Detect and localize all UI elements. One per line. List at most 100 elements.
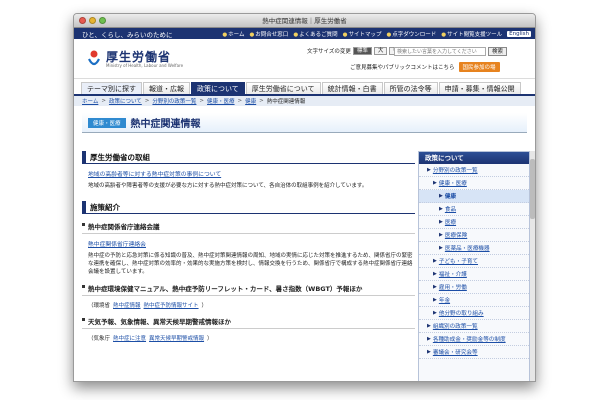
zoom-window-button[interactable] [99, 17, 106, 24]
section-heading-initiatives: 厚生労働省の取組 [82, 151, 415, 164]
logo-subtitle: Ministry of Health, Labour and Welfare [106, 63, 184, 68]
sidebar-item-label: 各種助成金・奨励金等の制度 [432, 337, 506, 343]
sidebar-item[interactable]: ▶ 健康 [419, 190, 529, 203]
utility-link-home[interactable]: ●ホーム [222, 30, 244, 38]
arrow-right-icon: ▶ [439, 219, 443, 225]
chevron-right-icon: > [144, 98, 150, 104]
arrow-right-icon: ▶ [439, 193, 443, 199]
prevention-site-link[interactable]: 熱中症予防情報サイト [144, 301, 199, 309]
breadcrumb-health[interactable]: 健康 [245, 97, 256, 105]
sidebar-item-label: 医療 [444, 220, 457, 226]
category-badge: 健康・医療 [88, 117, 126, 128]
sidebar-item[interactable]: ▶ 雇用・労働 [419, 281, 529, 294]
breadcrumb: ホーム > 政策について > 分野別の政策一覧 > 健康・医療 > 健康 > 熱中症関連情… [74, 96, 535, 106]
early-warning-link[interactable]: 異常天候早期警戒情報 [149, 334, 204, 342]
arrow-right-icon: ▶ [433, 297, 437, 303]
utility-link-contact[interactable]: ●お問合せ窓口 [249, 30, 288, 38]
sidebar-item-label: 年金 [438, 298, 451, 304]
subheading-weather-info: 天気予報、気象情報、異常天候早期警戒情報ほか [82, 314, 415, 329]
agency-label: （気象庁 [88, 336, 111, 342]
window-title: 熱中症関連情報｜厚生労働省 [262, 17, 347, 25]
scrollbar-thumb[interactable] [530, 159, 535, 219]
sidebar-item[interactable]: ▶ 医薬品・医療機器 [419, 242, 529, 255]
sidebar-item[interactable]: ▶ 食品 [419, 203, 529, 216]
site-header: 厚生労働省 Ministry of Health, Labour and Wel… [74, 39, 535, 79]
english-link[interactable]: English [507, 30, 531, 37]
window-controls [79, 17, 106, 24]
public-comment-text[interactable]: ご意見募集やパブリックコメントはこちら [350, 63, 455, 71]
main-content: 厚生労働省の取組 地域の高齢者等に対する熱中症対策の事例について 地域の高齢者や… [82, 151, 415, 381]
breadcrumb-policy[interactable]: 政策について [109, 97, 142, 105]
bullet-icon: ● [386, 31, 392, 38]
tab-applications[interactable]: 申請・募集・情報公開 [438, 82, 521, 94]
breadcrumb-home[interactable]: ホーム [82, 97, 98, 105]
sidebar-item[interactable]: ▶ 医療 [419, 216, 529, 229]
subheading-environment-manual: 熱中症環境保健マニュアル、熱中症予防リーフレット・カード、暑さ指数（WBGT）予… [82, 281, 415, 296]
tab-policy[interactable]: 政策について [191, 82, 245, 94]
utility-link-braille[interactable]: ●点字ダウンロード [386, 30, 436, 38]
chevron-right-icon: > [199, 98, 205, 104]
utility-link-faq[interactable]: ●よくあるご質問 [293, 30, 337, 38]
sidebar-item[interactable]: ▶ 審議会・研究会等 [419, 346, 529, 359]
bullet-icon: ● [222, 31, 228, 38]
font-size-label: 文字サイズの変更 [307, 49, 351, 55]
policy-sidebar: 政策について ▶ 分野別の政策一覧 ▶ 健康・医療 ▶ 健康 ▶ 食品 ▶ 医療 ▶ 医療保険 ▶ 医薬品… [418, 151, 530, 381]
public-participation-button[interactable]: 国民参加の場 [458, 62, 500, 72]
vertical-scrollbar[interactable] [530, 151, 535, 381]
arrow-right-icon: ▶ [439, 206, 443, 212]
arrow-right-icon: ▶ [427, 167, 431, 173]
arrow-right-icon: ▶ [427, 323, 431, 329]
tab-about[interactable]: 厚生労働省について [245, 82, 321, 94]
search-input[interactable] [394, 47, 486, 56]
liaison-meeting-description: 熱中症の予防と応急対策に係る知識の普及、熱中症対策関連情報の周知、地域の実情に応… [88, 253, 413, 275]
heatstroke-caution-link[interactable]: 熱中症に注意 [113, 334, 146, 342]
breadcrumb-health-medical[interactable]: 健康・医療 [207, 97, 235, 105]
sidebar-item-label: 審議会・研究会等 [432, 350, 478, 356]
arrow-right-icon: ▶ [433, 271, 437, 277]
close-window-button[interactable] [79, 17, 86, 24]
agency-close: ） [201, 303, 208, 309]
minimize-window-button[interactable] [89, 17, 96, 24]
sidebar-item[interactable]: ▶ 各種助成金・奨励金等の制度 [419, 333, 529, 346]
ministry-logo-icon[interactable] [86, 49, 102, 69]
tab-statistics[interactable]: 統計情報・白書 [321, 82, 383, 94]
utility-link-accessibility[interactable]: ●サイト閲覧支援ツール [441, 30, 502, 38]
utility-link-label: サイト閲覧支援ツール [447, 31, 503, 38]
heatstroke-info-link[interactable]: 熱中症情報 [113, 301, 141, 309]
utility-bar: ひと、くらし、みらいのために ●ホーム ●お問合せ窓口 ●よくあるご質問 ●サイ… [74, 28, 535, 39]
tab-press[interactable]: 報道・広報 [143, 82, 190, 94]
tab-laws[interactable]: 所管の法令等 [383, 82, 438, 94]
sidebar-item[interactable]: ▶ 医療保険 [419, 229, 529, 242]
chevron-right-icon: > [237, 98, 243, 104]
elderly-heatstroke-cases-link[interactable]: 地域の高齢者等に対する熱中症対策の事例について [82, 169, 415, 178]
sidebar-item[interactable]: ▶ 健康・医療 [419, 177, 529, 190]
utility-link-label: ホーム [228, 31, 245, 38]
subheading-liaison-meeting: 熱中症関係省庁連絡会議 [82, 219, 415, 234]
sidebar-item[interactable]: ▶ 子ども・子育て [419, 255, 529, 268]
sidebar-item[interactable]: ▶ 分野別の政策一覧 [419, 164, 529, 177]
sidebar-list: ▶ 分野別の政策一覧 ▶ 健康・医療 ▶ 健康 ▶ 食品 ▶ 医療 ▶ 医療保険 ▶ 医薬品・医療機器 ▶ 子… [419, 164, 529, 359]
environment-links-row: （環境省 熱中症情報 熱中症予防情報サイト ） [82, 301, 415, 309]
arrow-right-icon: ▶ [427, 336, 431, 342]
sidebar-item-label: 他分野の取り組み [438, 311, 484, 317]
font-size-standard-button[interactable]: 標準 [352, 47, 372, 55]
bullet-icon: ● [293, 31, 299, 38]
sidebar-item[interactable]: ▶ 福祉・介護 [419, 268, 529, 281]
sidebar-item-label: 健康・医療 [438, 181, 467, 187]
search-button[interactable]: 検索 [488, 47, 508, 56]
sidebar-item-label: 健康 [444, 194, 457, 200]
sidebar-item[interactable]: ▶ 組織別の政策一覧 [419, 320, 529, 333]
public-comment-area: ご意見募集やパブリックコメントはこちら 国民参加の場 [350, 62, 500, 72]
utility-link-sitemap[interactable]: ●サイトマップ [343, 30, 382, 38]
sidebar-item[interactable]: ▶ 年金 [419, 294, 529, 307]
sidebar-item[interactable]: ▶ 他分野の取り組み [419, 307, 529, 320]
breadcrumb-field-list[interactable]: 分野別の政策一覧 [152, 97, 196, 105]
liaison-meeting-link[interactable]: 熱中症関係省庁連絡会 [82, 239, 415, 248]
sidebar-item-label: 福祉・介護 [438, 272, 467, 278]
utility-links: ●ホーム ●お問合せ窓口 ●よくあるご質問 ●サイトマップ ●点字ダウンロード … [222, 30, 531, 38]
browser-window: 熱中症関連情報｜厚生労働省 ひと、くらし、みらいのために ●ホーム ●お問合せ窓… [73, 13, 536, 382]
tab-by-theme[interactable]: テーマ別に探す [81, 82, 142, 94]
bullet-icon: ● [249, 31, 255, 38]
font-size-large-button[interactable]: 大 [373, 47, 388, 55]
sidebar-item-label: 組織別の政策一覧 [432, 324, 478, 330]
